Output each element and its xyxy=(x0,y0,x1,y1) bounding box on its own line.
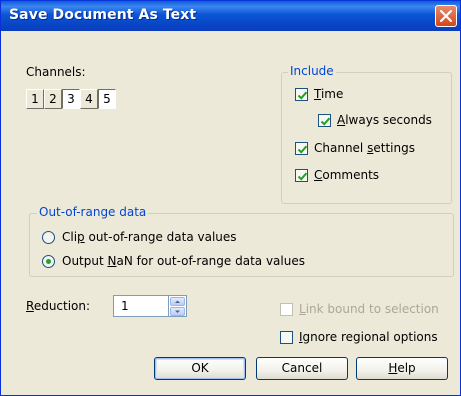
channel-selector: 1 2 3 4 5 xyxy=(26,89,116,109)
arrow-down-icon xyxy=(175,310,180,313)
channel-button-4[interactable]: 4 xyxy=(80,89,98,109)
channels-label: Channels: xyxy=(26,65,86,79)
ignore-regional-label: Ignore regional options xyxy=(299,330,438,344)
window-title: Save Document As Text xyxy=(9,7,197,23)
dialog-window: Save Document As Text Channels: 1 2 3 4 … xyxy=(0,0,461,396)
clip-label: Clip out-of-range data values xyxy=(62,230,237,244)
ignore-regional-checkbox[interactable] xyxy=(280,331,293,344)
cancel-button[interactable]: Cancel xyxy=(256,357,348,380)
always-seconds-checkbox[interactable] xyxy=(318,114,331,127)
spin-down-button[interactable] xyxy=(170,307,185,316)
channel-button-1[interactable]: 1 xyxy=(26,89,44,109)
time-label: Time xyxy=(314,87,344,101)
out-of-range-title: Out-of-range data xyxy=(37,205,149,219)
link-bound-checkbox[interactable] xyxy=(280,303,293,316)
always-seconds-label: Always seconds xyxy=(337,113,432,127)
reduction-spinner[interactable] xyxy=(169,295,187,317)
reduction-label: Reduction: xyxy=(26,299,91,313)
check-icon xyxy=(297,91,308,100)
reduction-input[interactable]: 1 xyxy=(113,295,169,317)
output-nan-radio[interactable] xyxy=(42,255,55,268)
check-icon xyxy=(297,172,308,181)
channel-settings-checkbox[interactable] xyxy=(295,142,308,155)
ok-button[interactable]: OK xyxy=(154,357,246,380)
channel-button-5[interactable]: 5 xyxy=(98,89,116,109)
check-icon xyxy=(320,117,331,126)
check-icon xyxy=(297,145,308,154)
include-group-title: Include xyxy=(288,64,336,78)
channel-button-2[interactable]: 2 xyxy=(44,89,62,109)
close-icon xyxy=(440,10,452,22)
output-nan-label: Output NaN for out-of-range data values xyxy=(62,254,305,268)
arrow-up-icon xyxy=(175,300,180,303)
link-bound-label: Link bound to selection xyxy=(299,302,439,316)
clip-radio[interactable] xyxy=(42,231,55,244)
radio-selected-dot xyxy=(46,259,51,264)
channel-settings-label: Channel settings xyxy=(314,141,415,155)
comments-label: Comments xyxy=(314,168,380,182)
spin-up-button[interactable] xyxy=(170,297,185,306)
help-button[interactable]: Help xyxy=(356,357,448,380)
channel-button-3[interactable]: 3 xyxy=(62,89,80,109)
time-checkbox[interactable] xyxy=(295,88,308,101)
close-button[interactable] xyxy=(435,5,457,27)
title-bar[interactable]: Save Document As Text xyxy=(1,1,460,31)
comments-checkbox[interactable] xyxy=(295,169,308,182)
